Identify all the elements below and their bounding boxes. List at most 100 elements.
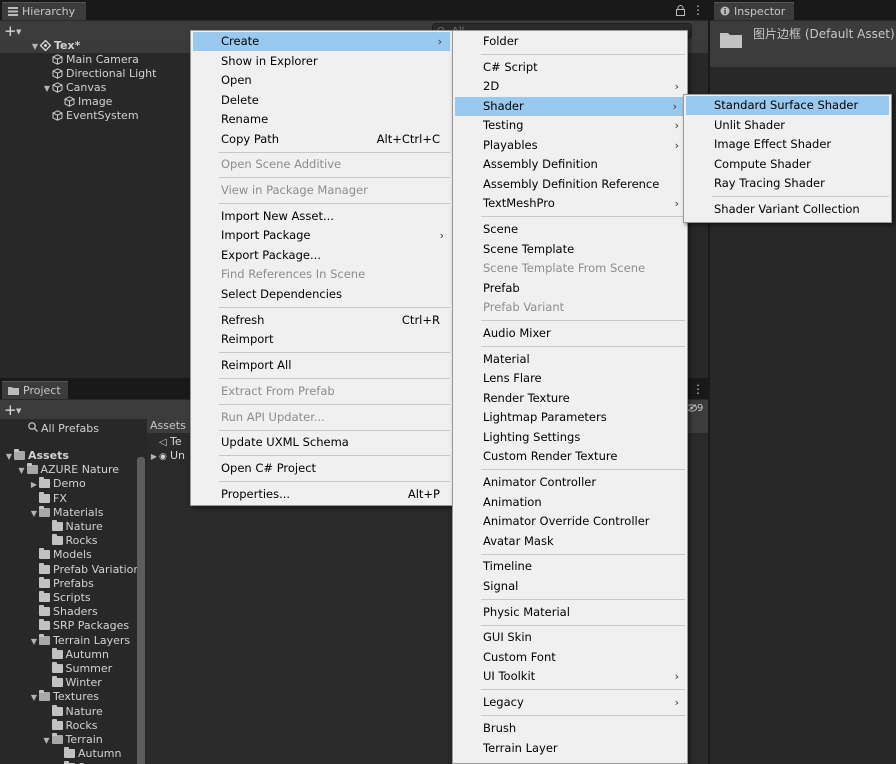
project-folder-item[interactable]: ▼ Terrain [42, 733, 103, 747]
create-item-custom-render-texture[interactable]: Custom Render Texture [453, 447, 687, 466]
expand-arrow-icon[interactable]: ▼ [29, 691, 39, 705]
project-menu-icon[interactable]: ⋮ [692, 383, 704, 395]
lock-icon[interactable] [676, 5, 685, 19]
create-item-material[interactable]: Material [453, 350, 687, 369]
menu-item-select-dependencies[interactable]: Select Dependencies [191, 285, 452, 304]
project-folder-item[interactable]: Nature [42, 704, 103, 719]
create-item-scene[interactable]: Scene [453, 220, 687, 239]
create-item-lens-flare[interactable]: Lens Flare [453, 369, 687, 388]
menu-item-properties[interactable]: Properties... Alt+P [191, 485, 452, 504]
create-item-c-script[interactable]: C# Script [453, 58, 687, 77]
expand-arrow-icon[interactable]: ▼ [29, 507, 39, 521]
grid-item[interactable]: ▶ ◉ Un [149, 449, 185, 464]
menu-item-create[interactable]: Create › [193, 32, 450, 51]
create-item-avatar-mask[interactable]: Avatar Mask [453, 532, 687, 551]
tree-scrollbar[interactable] [137, 457, 145, 764]
create-item-timeline[interactable]: Timeline [453, 557, 687, 576]
shader-item-ray-tracing-shader[interactable]: Ray Tracing Shader [684, 174, 891, 193]
project-folder-item[interactable]: Shaders [29, 605, 98, 619]
project-folder-item[interactable]: Prefabs [29, 576, 94, 591]
grid-item[interactable]: ◁ Te [149, 435, 182, 449]
create-item-playables[interactable]: Playables › [453, 136, 687, 155]
hidden-packages-icon[interactable]: 9 [686, 403, 703, 414]
menu-item-open-c-project[interactable]: Open C# Project [191, 459, 452, 478]
project-folder-item[interactable]: Rocks [42, 534, 98, 548]
create-item-legacy[interactable]: Legacy › [453, 693, 687, 712]
create-item-prefab[interactable]: Prefab [453, 279, 687, 298]
menu-item-import-new-asset[interactable]: Import New Asset... [191, 207, 452, 226]
create-item-lightmap-parameters[interactable]: Lightmap Parameters [453, 408, 687, 427]
create-item-terrain-layer[interactable]: Terrain Layer [453, 739, 687, 758]
shader-item-compute-shader[interactable]: Compute Shader [684, 155, 891, 174]
create-item-folder[interactable]: Folder [453, 32, 687, 51]
hierarchy-item[interactable]: Main Camera [0, 53, 139, 67]
menu-item-export-package[interactable]: Export Package... [191, 246, 452, 265]
create-item-physic-material[interactable]: Physic Material [453, 603, 687, 622]
menu-item-reimport[interactable]: Reimport [191, 330, 452, 349]
hierarchy-menu-icon[interactable]: ⋮ [692, 4, 704, 16]
create-item-custom-font[interactable]: Custom Font [453, 648, 687, 667]
tab-inspector[interactable]: Inspector [714, 2, 794, 20]
menu-item-reimport-all[interactable]: Reimport All [191, 356, 452, 375]
create-item-assembly-definition-reference[interactable]: Assembly Definition Reference [453, 175, 687, 194]
project-folder-item[interactable]: ▶ Demo [29, 477, 86, 491]
menu-item-copy-path[interactable]: Copy Path Alt+Ctrl+C [191, 130, 452, 149]
create-item-scene-template[interactable]: Scene Template [453, 240, 687, 259]
create-item-gui-skin[interactable]: GUI Skin [453, 628, 687, 647]
create-item-textmeshpro[interactable]: TextMeshPro › [453, 194, 687, 213]
project-folder-item[interactable]: ▼ AZURE Nature [17, 463, 119, 478]
shader-item-image-effect-shader[interactable]: Image Effect Shader [684, 135, 891, 154]
project-folder-item[interactable]: Nature [42, 520, 103, 534]
hierarchy-add-icon[interactable]: + [4, 21, 17, 41]
project-folder-item[interactable]: ▼ Assets [4, 449, 69, 463]
shader-item-unlit-shader[interactable]: Unlit Shader [684, 116, 891, 135]
expand-arrow-icon[interactable]: ▼ [17, 464, 27, 478]
chevron-down-icon[interactable]: ▼ [16, 402, 21, 420]
project-folder-item[interactable]: Models [29, 548, 92, 562]
create-item-audio-mixer[interactable]: Audio Mixer [453, 324, 687, 343]
create-item-shader[interactable]: Shader › [455, 96, 685, 116]
project-folder-item[interactable]: Autumn [42, 647, 109, 662]
create-item-testing[interactable]: Testing › [453, 116, 687, 135]
menu-item-show-in-explorer[interactable]: Show in Explorer [191, 52, 452, 71]
project-folder-item[interactable]: ▼ Terrain Layers [29, 633, 130, 649]
project-folder-item[interactable]: Rocks [42, 718, 98, 733]
menu-item-import-package[interactable]: Import Package › [191, 226, 452, 245]
expand-arrow-icon[interactable]: ▼ [42, 82, 52, 96]
project-folder-item[interactable]: Autumn [54, 747, 121, 761]
create-item-animator-override-controller[interactable]: Animator Override Controller [453, 512, 687, 531]
project-folder-item[interactable]: ▼ Materials [29, 505, 103, 521]
project-folder-item[interactable]: ▼ Textures [29, 690, 99, 704]
hierarchy-item[interactable]: Image [0, 95, 112, 109]
project-folder-item[interactable]: SRP Packages [29, 619, 129, 633]
expand-arrow-icon[interactable]: ▶ [149, 450, 159, 463]
project-folder-item[interactable]: Prefab Variation [29, 562, 140, 577]
create-item-animation[interactable]: Animation [453, 493, 687, 512]
create-item-assembly-definition[interactable]: Assembly Definition [453, 155, 687, 174]
create-item-2d[interactable]: 2D › [453, 77, 687, 96]
expand-arrow-icon[interactable]: ▼ [42, 734, 52, 748]
menu-item-rename[interactable]: Rename [191, 110, 452, 129]
create-item-brush[interactable]: Brush [453, 719, 687, 738]
create-item-ui-toolkit[interactable]: UI Toolkit › [453, 667, 687, 686]
menu-item-refresh[interactable]: Refresh Ctrl+R [191, 311, 452, 330]
create-item-animator-controller[interactable]: Animator Controller [453, 473, 687, 492]
hierarchy-item[interactable]: ▼ Canvas [0, 81, 106, 95]
create-item-lighting-settings[interactable]: Lighting Settings [453, 428, 687, 447]
tab-project[interactable]: Project [2, 381, 68, 399]
project-folder-item[interactable]: Summer [42, 662, 112, 676]
shader-item-shader-variant-collection[interactable]: Shader Variant Collection [684, 200, 891, 219]
menu-item-open[interactable]: Open [191, 71, 452, 90]
project-folder-item[interactable]: Winter [42, 676, 102, 690]
expand-arrow-icon[interactable]: ▶ [29, 478, 39, 492]
expand-arrow-icon[interactable]: ▼ [29, 635, 39, 649]
favorites-all-prefabs[interactable]: All Prefabs [28, 422, 99, 436]
create-item-signal[interactable]: Signal [453, 577, 687, 596]
breadcrumb-assets[interactable]: Assets [150, 419, 186, 433]
menu-item-update-uxml-schema[interactable]: Update UXML Schema [191, 433, 452, 452]
hierarchy-item[interactable]: EventSystem [0, 109, 139, 123]
project-add-icon[interactable]: + [4, 400, 17, 420]
expand-arrow-icon[interactable]: ▼ [4, 450, 14, 464]
create-item-render-texture[interactable]: Render Texture [453, 389, 687, 408]
expand-arrow-icon[interactable]: ▼ [30, 40, 40, 54]
